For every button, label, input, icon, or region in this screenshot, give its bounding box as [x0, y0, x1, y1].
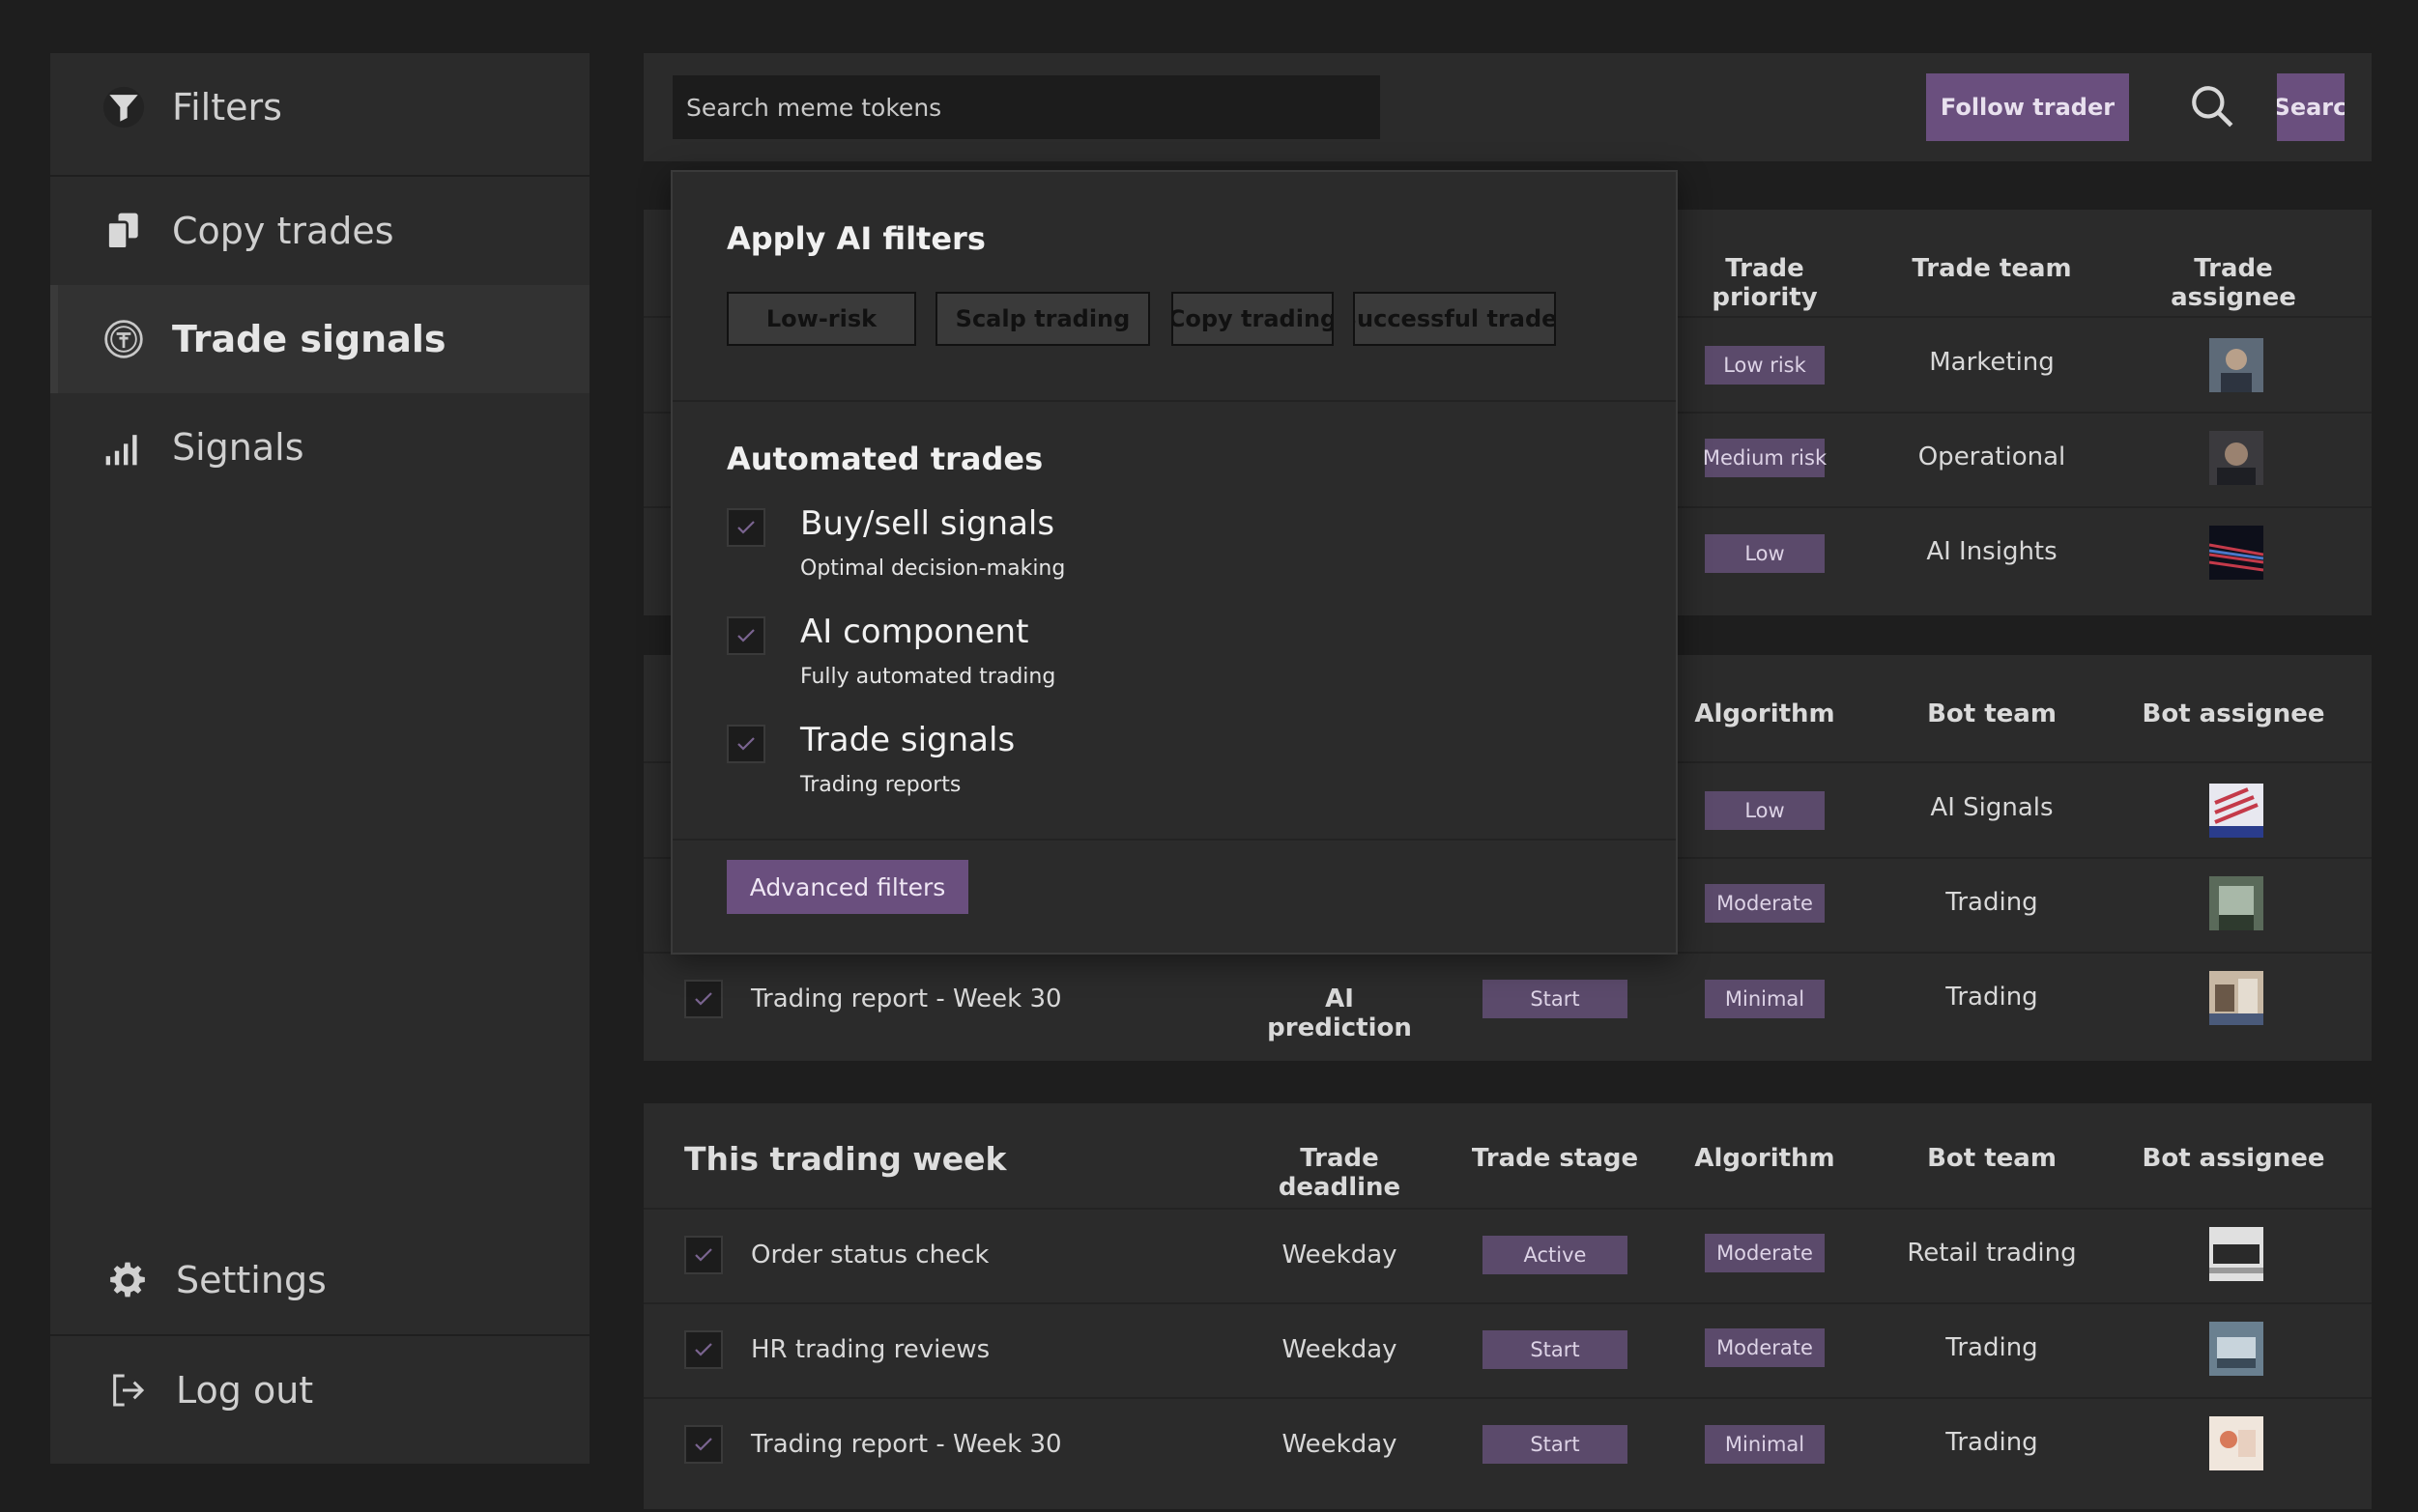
- option-subtitle: Optimal decision-making: [800, 556, 1066, 581]
- sidebar-item-label: Copy trades: [172, 210, 394, 252]
- column-header-algorithm: Algorithm: [1694, 699, 1835, 728]
- option-checkbox-ai-component[interactable]: [727, 616, 765, 655]
- this-week-table-panel: This trading week Trade deadline Trade s…: [644, 1103, 2372, 1509]
- stage-chip[interactable]: Start: [1482, 1425, 1627, 1464]
- stage-chip[interactable]: Start: [1482, 980, 1627, 1018]
- avatar[interactable]: [2208, 526, 2264, 580]
- column-header-trade-team: Trade team: [1912, 254, 2072, 283]
- sidebar-item-copy-trades[interactable]: Copy trades: [50, 177, 590, 285]
- stage-chip[interactable]: Start: [1482, 1330, 1627, 1369]
- top-bar: Follow trader Search: [644, 53, 2372, 161]
- search-button-label: Search: [2277, 94, 2345, 121]
- algorithm-chip: Minimal: [1705, 980, 1825, 1018]
- team-cell: Retail trading: [1907, 1239, 2077, 1268]
- avatar[interactable]: [2209, 1322, 2263, 1376]
- team-cell: AI Insights: [1926, 537, 2058, 566]
- avatar[interactable]: [2209, 971, 2263, 1025]
- popover-title: Apply AI filters: [727, 220, 986, 257]
- logout-icon: [104, 1367, 151, 1413]
- column-header-trade-priority: Trade priority: [1712, 254, 1818, 312]
- trade-name-cell: HR trading reviews: [751, 1335, 991, 1364]
- team-cell: Trading: [1945, 983, 2038, 1012]
- team-cell: Trading: [1945, 888, 2038, 917]
- sidebar-item-trade-signals[interactable]: Trade signals: [50, 285, 590, 393]
- deadline-cell: Weekday: [1281, 1335, 1397, 1364]
- priority-chip: Low: [1705, 534, 1825, 573]
- search-input[interactable]: [673, 75, 1380, 139]
- column-header-bot-assignee: Bot assignee: [2142, 1144, 2325, 1173]
- avatar[interactable]: [2209, 1416, 2263, 1470]
- filter-tag-scalp-trading[interactable]: Scalp trading: [936, 292, 1150, 346]
- deadline-cell: Weekday: [1281, 1241, 1397, 1270]
- column-header-trade-deadline: Trade deadline: [1278, 1144, 1401, 1202]
- algorithm-chip: Minimal: [1705, 1425, 1825, 1464]
- follow-trader-button[interactable]: Follow trader: [1926, 73, 2129, 141]
- priority-chip: Medium risk: [1703, 439, 1827, 477]
- filter-tag-label: Successful trader: [1353, 305, 1556, 332]
- sidebar-item-label: Filters: [172, 86, 282, 128]
- deadline-cell: Weekday: [1281, 1430, 1397, 1459]
- sidebar: Filters Copy trades Trade signals Signal…: [50, 53, 590, 1464]
- column-header-bot-team: Bot team: [1927, 699, 2057, 728]
- option-subtitle: Fully automated trading: [800, 665, 1056, 689]
- algorithm-chip: Low: [1705, 791, 1825, 830]
- copy-icon: [101, 208, 147, 254]
- stage-chip[interactable]: Active: [1482, 1236, 1627, 1274]
- filter-tag-copy-trading[interactable]: Copy trading: [1171, 292, 1334, 346]
- row-checkbox[interactable]: [684, 1425, 723, 1464]
- sidebar-item-logout[interactable]: Log out: [50, 1336, 590, 1444]
- avatar[interactable]: [2209, 338, 2263, 392]
- team-cell: Trading: [1945, 1428, 2038, 1457]
- search-button[interactable]: Search: [2277, 73, 2345, 141]
- search-icon[interactable]: [2188, 82, 2236, 130]
- team-cell: AI Signals: [1930, 793, 2054, 822]
- column-header-bot-assignee: Bot assignee: [2142, 699, 2325, 728]
- sidebar-item-settings[interactable]: Settings: [50, 1226, 590, 1334]
- section-title: This trading week: [684, 1140, 1007, 1178]
- row-checkbox[interactable]: [684, 1236, 723, 1274]
- avatar[interactable]: [2209, 784, 2263, 838]
- option-checkbox-buy-sell[interactable]: [727, 508, 765, 547]
- filter-tag-successful-trader[interactable]: Successful trader: [1353, 292, 1556, 346]
- column-header-trade-stage: Trade stage: [1471, 1144, 1639, 1173]
- team-cell: Operational: [1917, 442, 2066, 471]
- sidebar-item-label: Signals: [172, 426, 304, 469]
- trade-name-cell: Order status check: [751, 1241, 990, 1270]
- trade-name-cell: Trading report - Week 30: [751, 1430, 1062, 1459]
- sidebar-item-label: Trade signals: [172, 318, 446, 360]
- algorithm-chip: Moderate: [1705, 1234, 1825, 1272]
- column-header-algorithm: Algorithm: [1694, 1144, 1835, 1173]
- trade-name-cell: Trading report - Week 30: [751, 984, 1062, 1013]
- filter-icon: [101, 84, 147, 130]
- sidebar-item-filters[interactable]: Filters: [50, 53, 590, 161]
- team-cell: Trading: [1945, 1333, 2038, 1362]
- column-header-trade-assignee: Trade assignee: [2171, 254, 2296, 312]
- logout-label: Log out: [176, 1369, 314, 1412]
- avatar[interactable]: [2209, 876, 2263, 930]
- avatar[interactable]: [2209, 431, 2263, 485]
- advanced-filters-button[interactable]: Advanced filters: [727, 860, 968, 914]
- signal-bars-icon: [101, 424, 147, 471]
- row-checkbox[interactable]: [684, 980, 723, 1018]
- automated-trades-title: Automated trades: [727, 441, 1044, 477]
- token-icon: [101, 316, 147, 362]
- filter-tag-low-risk[interactable]: Low-risk: [727, 292, 916, 346]
- option-title: Buy/sell signals: [800, 504, 1055, 543]
- algorithm-chip: Moderate: [1705, 884, 1825, 923]
- option-title: AI component: [800, 613, 1029, 651]
- priority-chip: Low risk: [1705, 346, 1825, 385]
- settings-label: Settings: [176, 1259, 327, 1301]
- gear-icon: [104, 1257, 151, 1303]
- row-checkbox[interactable]: [684, 1330, 723, 1369]
- avatar[interactable]: [2209, 1227, 2263, 1281]
- deadline-cell: AI prediction: [1267, 984, 1412, 1042]
- algorithm-chip: Moderate: [1705, 1328, 1825, 1367]
- option-checkbox-trade-signals[interactable]: [727, 725, 765, 763]
- column-header-bot-team: Bot team: [1927, 1144, 2057, 1173]
- ai-filters-popover: Apply AI filters Low-risk Scalp trading …: [671, 170, 1678, 955]
- sidebar-item-signals[interactable]: Signals: [50, 393, 590, 501]
- option-title: Trade signals: [800, 721, 1016, 759]
- option-subtitle: Trading reports: [800, 773, 962, 797]
- team-cell: Marketing: [1929, 348, 2055, 377]
